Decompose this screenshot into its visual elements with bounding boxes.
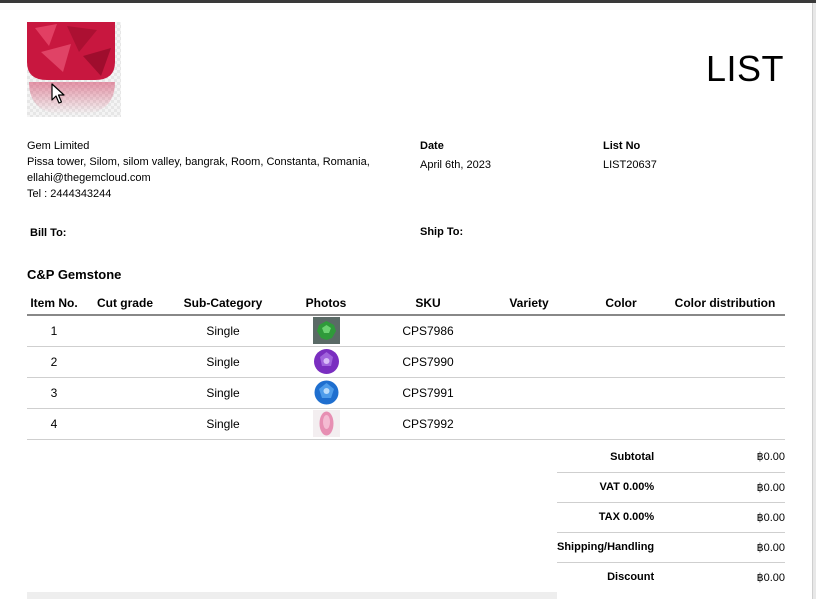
column-header-sku: SKU bbox=[375, 292, 481, 316]
cell-sku: CPS7986 bbox=[375, 315, 481, 347]
cell-variety bbox=[481, 408, 577, 440]
cell-sku: CPS7990 bbox=[375, 346, 481, 378]
cell-cut-grade bbox=[81, 377, 169, 409]
column-header-color: Color bbox=[577, 292, 665, 316]
table-row: 1 Single CPS7986 bbox=[27, 315, 785, 347]
tax-value: ฿0.00 bbox=[734, 502, 785, 533]
table-row: 4 Single CPS7992 bbox=[27, 408, 785, 440]
pink-gem-icon[interactable] bbox=[312, 410, 340, 437]
cell-variety bbox=[481, 315, 577, 347]
cell-variety bbox=[481, 377, 577, 409]
cell-color bbox=[577, 408, 665, 440]
cell-sku: CPS7992 bbox=[375, 408, 481, 440]
green-gem-icon[interactable] bbox=[312, 317, 340, 345]
discount-label: Discount bbox=[607, 571, 655, 584]
totals-row-vat: VAT 0.00% ฿0.00 bbox=[557, 472, 785, 503]
ship-to-label: Ship To: bbox=[420, 226, 464, 238]
blue-gem-icon[interactable] bbox=[313, 379, 340, 406]
vat-label: VAT 0.00% bbox=[557, 472, 735, 503]
company-info: Gem Limited Pissa tower, Silom, silom va… bbox=[27, 138, 370, 202]
section-title: C&P Gemstone bbox=[27, 267, 122, 282]
company-email: ellahi@thegemcloud.com bbox=[27, 172, 151, 184]
bill-to-label: Bill To: bbox=[30, 227, 67, 239]
items-table: Item No. Cut grade Sub-Category Photos S… bbox=[27, 292, 785, 440]
cell-cut-grade bbox=[81, 315, 169, 347]
column-header-sub-category: Sub-Category bbox=[169, 292, 277, 316]
cell-color-distribution bbox=[665, 346, 785, 378]
window-top-bar bbox=[0, 0, 816, 3]
document-title: LIST bbox=[705, 48, 784, 89]
date-value: April 6th, 2023 bbox=[420, 159, 491, 171]
cell-photo bbox=[277, 315, 375, 347]
column-header-item-no: Item No. bbox=[27, 292, 81, 316]
page-right-edge bbox=[812, 3, 816, 599]
totals-row-shipping: Shipping/Handling ฿0.00 bbox=[557, 532, 785, 563]
column-header-variety: Variety bbox=[481, 292, 577, 316]
cell-sub-category: Single bbox=[169, 377, 277, 409]
table-header-row: Item No. Cut grade Sub-Category Photos S… bbox=[27, 292, 785, 316]
cell-item-no: 3 bbox=[27, 377, 81, 409]
cell-variety bbox=[481, 346, 577, 378]
column-header-photos: Photos bbox=[277, 292, 375, 316]
list-no-value: LIST20637 bbox=[603, 159, 657, 171]
mouse-cursor-icon bbox=[51, 83, 65, 104]
date-label: Date bbox=[420, 140, 444, 152]
cell-item-no: 1 bbox=[27, 315, 81, 347]
notes-strip bbox=[27, 592, 557, 599]
cell-color bbox=[577, 346, 665, 378]
column-header-cut-grade: Cut grade bbox=[81, 292, 169, 316]
vat-value: ฿0.00 bbox=[734, 472, 785, 503]
cell-sku: CPS7991 bbox=[375, 377, 481, 409]
list-no-label: List No bbox=[603, 140, 641, 152]
shipping-label: Shipping/Handling bbox=[557, 532, 735, 563]
subtotal-value: ฿0.00 bbox=[734, 442, 785, 473]
cell-cut-grade bbox=[81, 408, 169, 440]
cell-cut-grade bbox=[81, 346, 169, 378]
company-name: Gem Limited bbox=[27, 140, 90, 152]
cell-color-distribution bbox=[665, 377, 785, 409]
column-header-color-distribution: Color distribution bbox=[665, 292, 785, 316]
totals-table: Subtotal ฿0.00 VAT 0.00% ฿0.00 TAX 0.00%… bbox=[557, 442, 785, 592]
company-logo bbox=[27, 22, 121, 117]
table-row: 2 Single CPS7990 bbox=[27, 346, 785, 378]
cell-photo bbox=[277, 377, 375, 409]
cell-sub-category: Single bbox=[169, 346, 277, 378]
cell-color-distribution bbox=[665, 315, 785, 347]
tax-label: TAX 0.00% bbox=[557, 502, 735, 533]
table-row: 3 Single CPS7991 bbox=[27, 377, 785, 409]
totals-row-tax: TAX 0.00% ฿0.00 bbox=[557, 502, 785, 533]
cell-color bbox=[577, 377, 665, 409]
cell-color-distribution bbox=[665, 408, 785, 440]
cell-item-no: 4 bbox=[27, 408, 81, 440]
company-address: Pissa tower, Silom, silom valley, bangra… bbox=[27, 156, 370, 168]
cell-photo bbox=[277, 346, 375, 378]
cell-item-no: 2 bbox=[27, 346, 81, 378]
cell-sub-category: Single bbox=[169, 315, 277, 347]
totals-row-discount: Discount ฿0.00 bbox=[557, 562, 785, 592]
purple-gem-icon[interactable] bbox=[313, 348, 340, 375]
cell-photo bbox=[277, 408, 375, 440]
subtotal-label: Subtotal bbox=[557, 442, 735, 473]
shipping-value: ฿0.00 bbox=[734, 532, 785, 563]
cell-color bbox=[577, 315, 665, 347]
cell-sub-category: Single bbox=[169, 408, 277, 440]
discount-value: ฿0.00 bbox=[756, 571, 785, 584]
totals-row-subtotal: Subtotal ฿0.00 bbox=[557, 442, 785, 473]
company-phone: Tel : 2444343244 bbox=[27, 188, 112, 200]
